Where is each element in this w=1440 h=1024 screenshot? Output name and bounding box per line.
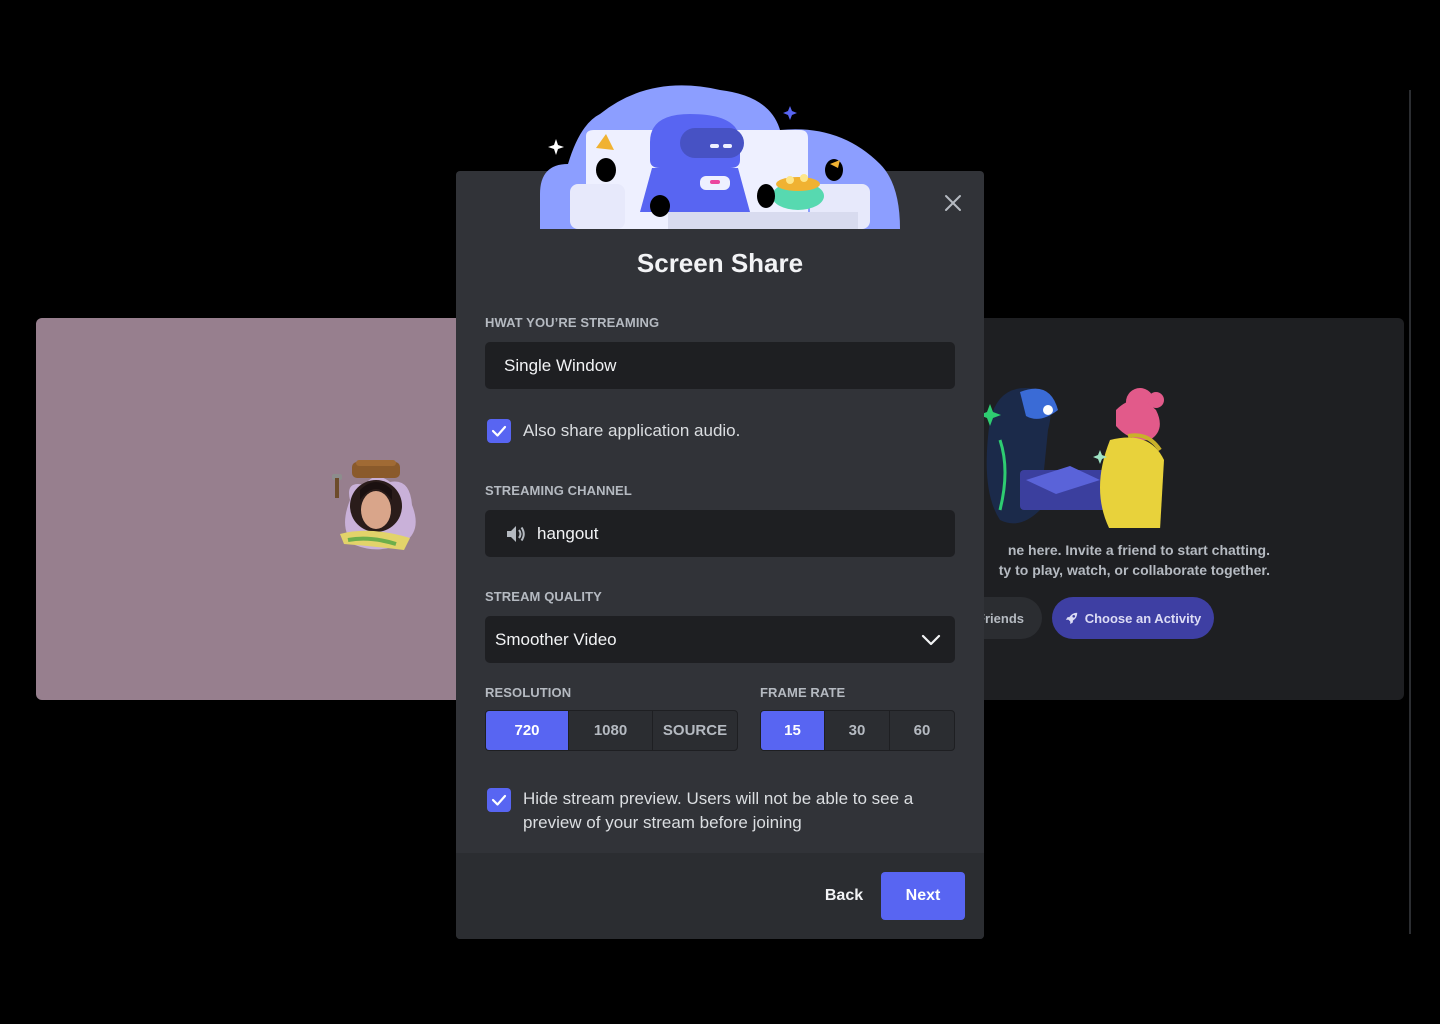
frame-rate-label: FRAME RATE <box>760 685 846 700</box>
frame-rate-option-30[interactable]: 30 <box>825 711 890 750</box>
chevron-down-icon <box>921 634 941 645</box>
checkmark-icon <box>491 425 507 437</box>
hide-preview-line-1: Hide stream preview. Users will not be a… <box>523 789 914 808</box>
streaming-channel-label: STREAMING CHANNEL <box>485 483 632 498</box>
video-tile-user[interactable] <box>36 318 476 700</box>
empty-state-text: ne here. Invite a friend to start chatti… <box>960 540 1270 580</box>
frame-rate-selector: 15 30 60 <box>760 710 955 751</box>
empty-state-line-2: ty to play, watch, or collaborate togeth… <box>998 562 1270 578</box>
rocket-icon <box>1065 612 1077 625</box>
voice-channel-panel: ne here. Invite a friend to start chatti… <box>960 318 1404 700</box>
hide-preview-checkbox[interactable] <box>487 788 511 812</box>
share-audio-checkbox-row[interactable]: Also share application audio. <box>487 419 740 443</box>
resolution-label: RESOLUTION <box>485 685 572 700</box>
streaming-channel-field[interactable]: hangout <box>485 510 955 557</box>
stream-quality-select[interactable]: Smoother Video <box>485 616 955 663</box>
resolution-option-720[interactable]: 720 <box>486 711 569 750</box>
streaming-source-value: Single Window <box>504 355 617 375</box>
frame-rate-option-15[interactable]: 15 <box>761 711 825 750</box>
close-icon <box>945 195 961 211</box>
empty-state-line-1: ne here. Invite a friend to start chatti… <box>1007 542 1270 558</box>
window-edge <box>1409 90 1411 934</box>
avatar <box>332 460 416 550</box>
modal-title: Screen Share <box>636 248 804 278</box>
stream-quality-label: STREAM QUALITY <box>485 589 602 604</box>
frame-rate-option-60[interactable]: 60 <box>890 711 954 750</box>
share-audio-label: Also share application audio. <box>523 421 741 440</box>
hide-preview-text: Hide stream preview. Users will not be a… <box>523 787 913 835</box>
choose-activity-label: Choose an Activity <box>1084 610 1202 626</box>
back-button[interactable]: Back <box>812 872 876 920</box>
resolution-option-1080[interactable]: 1080 <box>569 711 653 750</box>
checkmark-icon <box>491 794 507 806</box>
screen-share-hero-illustration <box>540 85 900 229</box>
streaming-source-label: HWAT YOU’RE STREAMING <box>485 315 660 330</box>
resolution-option-source[interactable]: SOURCE <box>653 711 737 750</box>
resolution-selector: 720 1080 SOURCE <box>485 710 738 751</box>
choose-activity-button[interactable]: Choose an Activity <box>1052 597 1214 639</box>
hide-preview-line-2: preview of your stream before joining <box>523 813 802 832</box>
invite-friends-label: Friends <box>977 610 1024 626</box>
speaker-icon <box>507 525 525 542</box>
stream-quality-value: Smoother Video <box>495 629 617 649</box>
next-button[interactable]: Next <box>881 872 965 920</box>
streaming-source-select[interactable]: Single Window <box>485 342 955 389</box>
streaming-channel-name: hangout <box>537 523 599 543</box>
share-audio-checkbox[interactable] <box>487 419 511 443</box>
hide-preview-checkbox-row[interactable]: Hide stream preview. Users will not be a… <box>487 787 913 835</box>
close-button[interactable] <box>940 190 966 216</box>
empty-state-illustration <box>979 388 1164 528</box>
